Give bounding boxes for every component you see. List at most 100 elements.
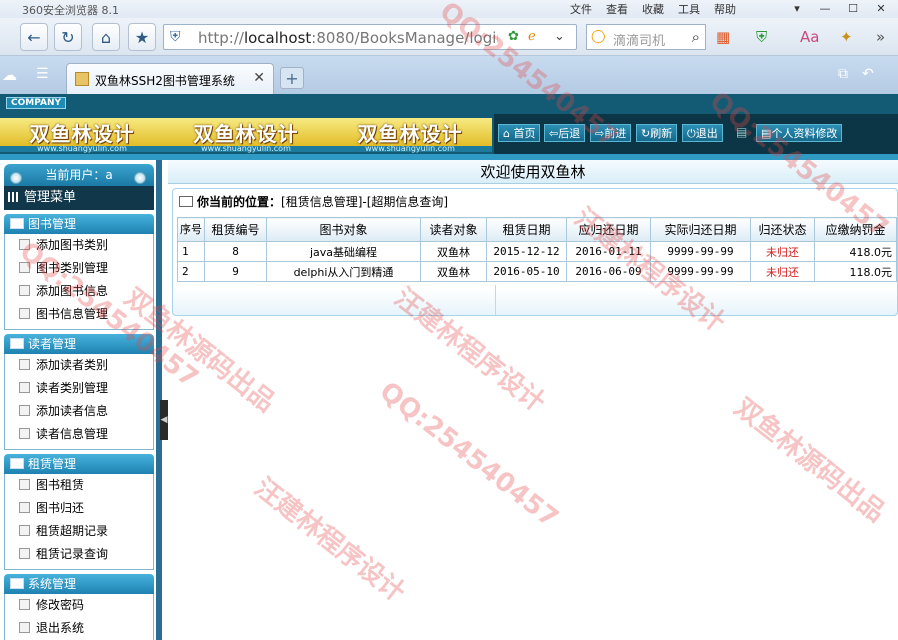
undo-close-icon[interactable]: ↶ bbox=[862, 66, 874, 82]
folder-icon bbox=[10, 338, 24, 349]
cell-status: 未归还 bbox=[750, 241, 815, 262]
sidebar-item-overdue-records[interactable]: 租赁超期记录 bbox=[4, 520, 154, 543]
nav-back[interactable]: ⇦后退 bbox=[544, 124, 586, 142]
search-engine-icon[interactable]: ◯ bbox=[591, 29, 606, 44]
location-label: 你当前的位置： bbox=[197, 195, 282, 209]
cell-rent-id: 8 bbox=[204, 241, 267, 262]
sidebar-item-reader-manage[interactable]: 读者信息管理 bbox=[4, 423, 154, 446]
folder-icon bbox=[10, 578, 24, 589]
home-icon[interactable]: ⌂ bbox=[92, 23, 120, 51]
search-icon[interactable]: ⌕ bbox=[692, 28, 700, 46]
nav-home[interactable]: ⌂ 首页 bbox=[498, 124, 541, 142]
sidebar-item-add-reader[interactable]: 添加读者信息 bbox=[4, 400, 154, 423]
sidebar-group-books[interactable]: 图书管理 bbox=[4, 214, 154, 234]
cell-seq: 1 bbox=[177, 241, 205, 262]
tab-list-icon[interactable]: ⧉ bbox=[838, 66, 848, 82]
minimize-icon[interactable]: — bbox=[812, 0, 838, 16]
new-tab-button[interactable]: + bbox=[280, 67, 304, 89]
sidebar-group-system[interactable]: 系统管理 bbox=[4, 574, 154, 594]
security-icon[interactable]: ⛨ bbox=[756, 28, 767, 46]
col-header-return-date: 实际归还日期 bbox=[650, 217, 751, 242]
back-arrow-icon[interactable]: ← bbox=[20, 23, 48, 51]
col-header-fine: 应缴纳罚金 bbox=[814, 217, 897, 242]
col-header-due-date: 应归还日期 bbox=[566, 217, 651, 242]
sidebar-collapse-handle[interactable]: ◀ bbox=[160, 400, 168, 440]
content-panel: 你当前的位置：[租赁信息管理]-[超期信息查询] 序号 租赁编号 图书对象 读者… bbox=[172, 188, 898, 316]
app-header: COMPANY 双鱼林设计 www.shuangyulin.com 双鱼林设计 … bbox=[0, 94, 898, 160]
compat-mode-icon[interactable]: ✿ bbox=[508, 29, 519, 44]
logo-url: www.shuangyulin.com bbox=[201, 144, 291, 153]
company-badge: COMPANY bbox=[6, 97, 66, 109]
top-nav: ⌂ 首页 ⇦后退 ⇨前进 ↻刷新 ⏻退出 ▤ ▤个人资料修改 bbox=[494, 114, 898, 154]
sidebar-group-rental[interactable]: 租赁管理 bbox=[4, 454, 154, 474]
cell-fine: 418.0元 bbox=[814, 241, 897, 262]
table-header-row: 序号 租赁编号 图书对象 读者对象 租赁日期 应归还日期 实际归还日期 归还状态… bbox=[177, 217, 897, 242]
nav-logout[interactable]: ⏻退出 bbox=[682, 124, 723, 142]
watermark-author: 汪建林程序设计 bbox=[248, 472, 411, 609]
sidebar-item-change-password[interactable]: 修改密码 bbox=[4, 594, 154, 617]
sidebar-item-book-type-manage[interactable]: 图书类别管理 bbox=[4, 257, 154, 280]
col-header-reader: 读者对象 bbox=[420, 217, 487, 242]
sidebar-item-reader-type-manage[interactable]: 读者类别管理 bbox=[4, 377, 154, 400]
ie-mode-icon[interactable]: ℯ bbox=[528, 29, 536, 44]
menu-help[interactable]: 帮助 bbox=[714, 1, 736, 17]
menu-lines-icon[interactable]: ☰ bbox=[36, 66, 49, 82]
nav-refresh[interactable]: ↻刷新 bbox=[636, 124, 678, 142]
cell-fine: 118.0元 bbox=[814, 261, 897, 282]
logo-text: 双鱼林设计 bbox=[357, 122, 463, 146]
menu-tools[interactable]: 工具 bbox=[678, 1, 700, 17]
sidebar-item-add-reader-type[interactable]: 添加读者类别 bbox=[4, 354, 154, 377]
logo-banner-3: 双鱼林设计 www.shuangyulin.com bbox=[328, 118, 492, 153]
apps-icon[interactable]: ▦ bbox=[716, 28, 730, 46]
sidebar-item-exit-system[interactable]: 退出系统 bbox=[4, 617, 154, 640]
table-row[interactable]: 1 8 java基础编程 双鱼林 2015-12-12 2016-01-11 9… bbox=[177, 241, 897, 262]
skin-icon[interactable]: ▾ bbox=[784, 0, 810, 16]
search-input[interactable]: 滴滴司机 bbox=[613, 30, 679, 49]
sidebar-item-book-return[interactable]: 图书归还 bbox=[4, 497, 154, 520]
sidebar-item-add-book[interactable]: 添加图书信息 bbox=[4, 280, 154, 303]
menu-view[interactable]: 查看 bbox=[606, 1, 628, 17]
table-row[interactable]: 2 9 delphi从入门到精通 双鱼林 2016-05-10 2016-06-… bbox=[177, 261, 897, 282]
cloud-icon[interactable]: ☁ bbox=[2, 66, 17, 84]
sidebar-group-readers[interactable]: 读者管理 bbox=[4, 334, 154, 354]
col-header-rent-id: 租赁编号 bbox=[204, 217, 267, 242]
col-header-rent-date: 租赁日期 bbox=[486, 217, 567, 242]
location-path: [租赁信息管理]-[超期信息查询] bbox=[281, 195, 449, 209]
logo-url: www.shuangyulin.com bbox=[365, 144, 455, 153]
star-icon[interactable]: ★ bbox=[128, 23, 156, 51]
dropdown-icon[interactable]: ⌄ bbox=[554, 29, 565, 44]
extension-icon[interactable]: ✦ bbox=[840, 28, 853, 46]
sidebar-item-book-manage[interactable]: 图书信息管理 bbox=[4, 303, 154, 326]
page-favicon-icon bbox=[75, 72, 89, 86]
cell-return-date: 9999-99-99 bbox=[650, 261, 751, 282]
nav-divider-icon: ▤ bbox=[736, 125, 748, 139]
group-divider bbox=[4, 446, 154, 450]
nav-forward[interactable]: ⇨前进 bbox=[590, 124, 632, 142]
close-window-icon[interactable]: ✕ bbox=[868, 0, 894, 16]
sidebar-item-add-book-type[interactable]: 添加图书类别 bbox=[4, 234, 154, 257]
menu-file[interactable]: 文件 bbox=[570, 1, 592, 17]
nav-profile-edit[interactable]: ▤个人资料修改 bbox=[756, 124, 843, 142]
close-tab-icon[interactable]: ✕ bbox=[253, 70, 265, 86]
address-bar[interactable]: ⛨ http://localhost:8080/BooksManage/logi… bbox=[163, 24, 577, 50]
logo-text: 双鱼林设计 bbox=[193, 122, 299, 146]
logo-url: www.shuangyulin.com bbox=[37, 144, 127, 153]
tab-books-manage[interactable]: 双鱼林SSH2图书管理系统 ✕ bbox=[66, 63, 274, 94]
search-box[interactable]: ◯ 滴滴司机 ⌕ bbox=[586, 24, 706, 50]
translate-icon[interactable]: Aa bbox=[800, 28, 819, 46]
watermark-qq: QQ:254540457 bbox=[373, 376, 564, 534]
cell-rent-date: 2016-05-10 bbox=[486, 261, 567, 282]
cell-rent-date: 2015-12-12 bbox=[486, 241, 567, 262]
folder-icon bbox=[10, 218, 24, 229]
window-icon bbox=[179, 196, 193, 207]
browser-title-bar: 360安全浏览器 8.1 文件 查看 收藏 工具 帮助 ▾ — ☐ ✕ bbox=[0, 0, 898, 18]
maximize-icon[interactable]: ☐ bbox=[840, 0, 866, 16]
more-icon[interactable]: » bbox=[876, 28, 885, 46]
sidebar-item-rental-query[interactable]: 租赁记录查询 bbox=[4, 543, 154, 566]
sidebar-item-book-rent[interactable]: 图书租赁 bbox=[4, 474, 154, 497]
url-text[interactable]: http://localhost:8080/BooksManage/login/… bbox=[198, 29, 498, 47]
reload-icon[interactable]: ↻ bbox=[54, 23, 82, 51]
grid-icon bbox=[8, 192, 20, 202]
menu-favorites[interactable]: 收藏 bbox=[642, 1, 664, 17]
cell-reader: 双鱼林 bbox=[420, 241, 487, 262]
